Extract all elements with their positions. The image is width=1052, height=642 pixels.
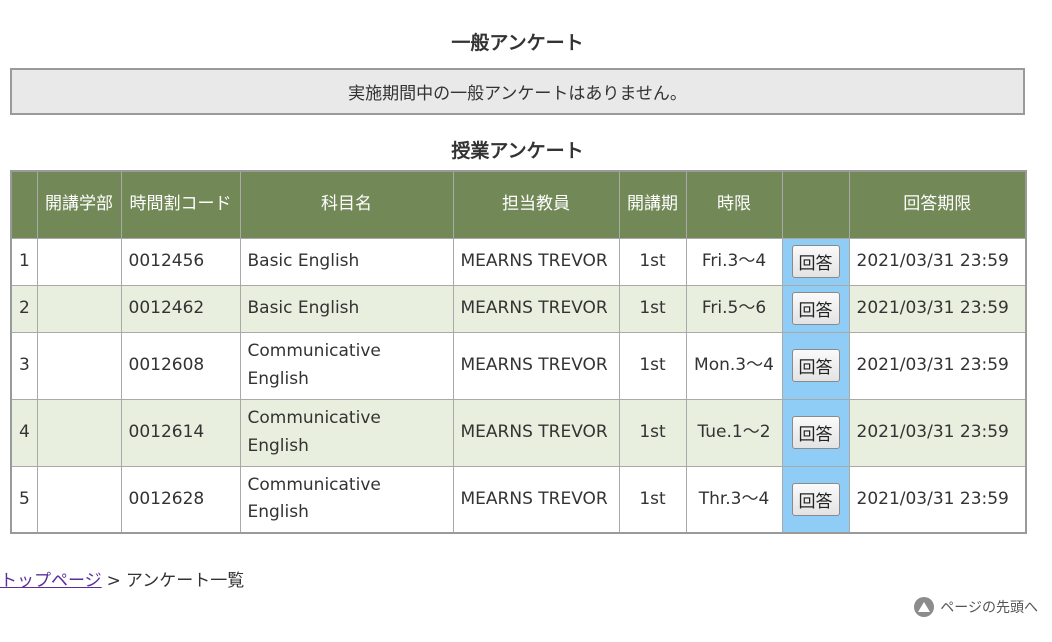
header-number [10, 170, 38, 239]
answer-button[interactable]: 回答 [791, 348, 840, 382]
row-teacher: MEARNS TREVOR [452, 284, 620, 333]
general-survey-notice: 実施期間中の一般アンケートはありません。 [10, 68, 1025, 115]
row-faculty [36, 237, 122, 286]
table-header-row: 開講学部 時間割コード 科目名 担当教員 開講期 時限 回答期限 [10, 170, 1027, 239]
answer-button[interactable]: 回答 [791, 482, 840, 516]
table-row: 2 0012462 Basic English MEARNS TREVOR 1s… [10, 284, 1027, 333]
header-timetable-code: 時間割コード [120, 170, 241, 239]
row-faculty [36, 331, 122, 400]
header-answer [781, 170, 850, 239]
row-deadline: 2021/03/31 23:59 [848, 398, 1027, 467]
row-deadline: 2021/03/31 23:59 [848, 331, 1027, 400]
row-code: 0012608 [120, 331, 241, 400]
answer-button[interactable]: 回答 [791, 415, 840, 449]
row-code: 0012462 [120, 284, 241, 333]
row-subject: Basic English [239, 284, 454, 333]
answer-cell: 回答 [781, 331, 850, 400]
breadcrumb-home-link[interactable]: トップページ [0, 571, 102, 591]
row-code: 0012456 [120, 237, 241, 286]
row-period: Fri.3～4 [685, 237, 783, 286]
row-number: 3 [10, 331, 38, 400]
answer-button[interactable]: 回答 [791, 291, 840, 325]
row-number: 4 [10, 398, 38, 467]
row-subject: Communicative English [239, 398, 454, 467]
row-code: 0012628 [120, 465, 241, 534]
row-teacher: MEARNS TREVOR [452, 331, 620, 400]
header-term: 開講期 [618, 170, 687, 239]
row-deadline: 2021/03/31 23:59 [848, 465, 1027, 534]
row-deadline: 2021/03/31 23:59 [848, 237, 1027, 286]
answer-cell: 回答 [781, 237, 850, 286]
row-term: 1st [618, 465, 687, 534]
row-number: 2 [10, 284, 38, 333]
class-survey-table: 開講学部 時間割コード 科目名 担当教員 開講期 時限 回答期限 1 00124… [10, 170, 1027, 534]
row-faculty [36, 284, 122, 333]
arrow-up-circle-icon [914, 597, 935, 617]
row-period: Mon.3～4 [685, 331, 783, 400]
answer-cell: 回答 [781, 465, 850, 534]
row-number: 5 [10, 465, 38, 534]
table-row: 1 0012456 Basic English MEARNS TREVOR 1s… [10, 237, 1027, 286]
row-period: Thr.3～4 [685, 465, 783, 534]
row-teacher: MEARNS TREVOR [452, 465, 620, 534]
row-subject: Basic English [239, 237, 454, 286]
row-subject: Communicative English [239, 331, 454, 400]
row-teacher: MEARNS TREVOR [452, 237, 620, 286]
row-subject: Communicative English [239, 465, 454, 534]
header-deadline: 回答期限 [848, 170, 1027, 239]
row-number: 1 [10, 237, 38, 286]
row-term: 1st [618, 284, 687, 333]
header-teacher: 担当教員 [452, 170, 620, 239]
row-faculty [36, 465, 122, 534]
row-deadline: 2021/03/31 23:59 [848, 284, 1027, 333]
breadcrumb-separator: > [106, 571, 121, 591]
row-term: 1st [618, 398, 687, 467]
page-top-label: ページの先頭へ [940, 600, 1038, 616]
page-top-link[interactable]: ページの先頭へ [914, 597, 1038, 617]
breadcrumb-current: アンケート一覧 [125, 571, 245, 591]
row-teacher: MEARNS TREVOR [452, 398, 620, 467]
header-subject: 科目名 [239, 170, 454, 239]
row-period: Fri.5～6 [685, 284, 783, 333]
general-survey-notice-text: 実施期間中の一般アンケートはありません。 [348, 84, 687, 104]
survey-list-page: 一般アンケート 実施期間中の一般アンケートはありません。 授業アンケート 開講学… [0, 0, 1052, 642]
row-code: 0012614 [120, 398, 241, 467]
answer-cell: 回答 [781, 398, 850, 467]
row-faculty [36, 398, 122, 467]
table-row: 3 0012608 Communicative English MEARNS T… [10, 331, 1027, 400]
breadcrumb: トップページ > アンケート一覧 [0, 566, 244, 591]
header-period: 時限 [685, 170, 783, 239]
row-term: 1st [618, 331, 687, 400]
table-row: 5 0012628 Communicative English MEARNS T… [10, 465, 1027, 534]
answer-button[interactable]: 回答 [791, 244, 840, 278]
general-survey-title: 一般アンケート [451, 32, 584, 54]
row-period: Tue.1～2 [685, 398, 783, 467]
answer-cell: 回答 [781, 284, 850, 333]
row-term: 1st [618, 237, 687, 286]
header-faculty: 開講学部 [36, 170, 122, 239]
class-survey-title: 授業アンケート [451, 140, 584, 162]
table-row: 4 0012614 Communicative English MEARNS T… [10, 398, 1027, 467]
